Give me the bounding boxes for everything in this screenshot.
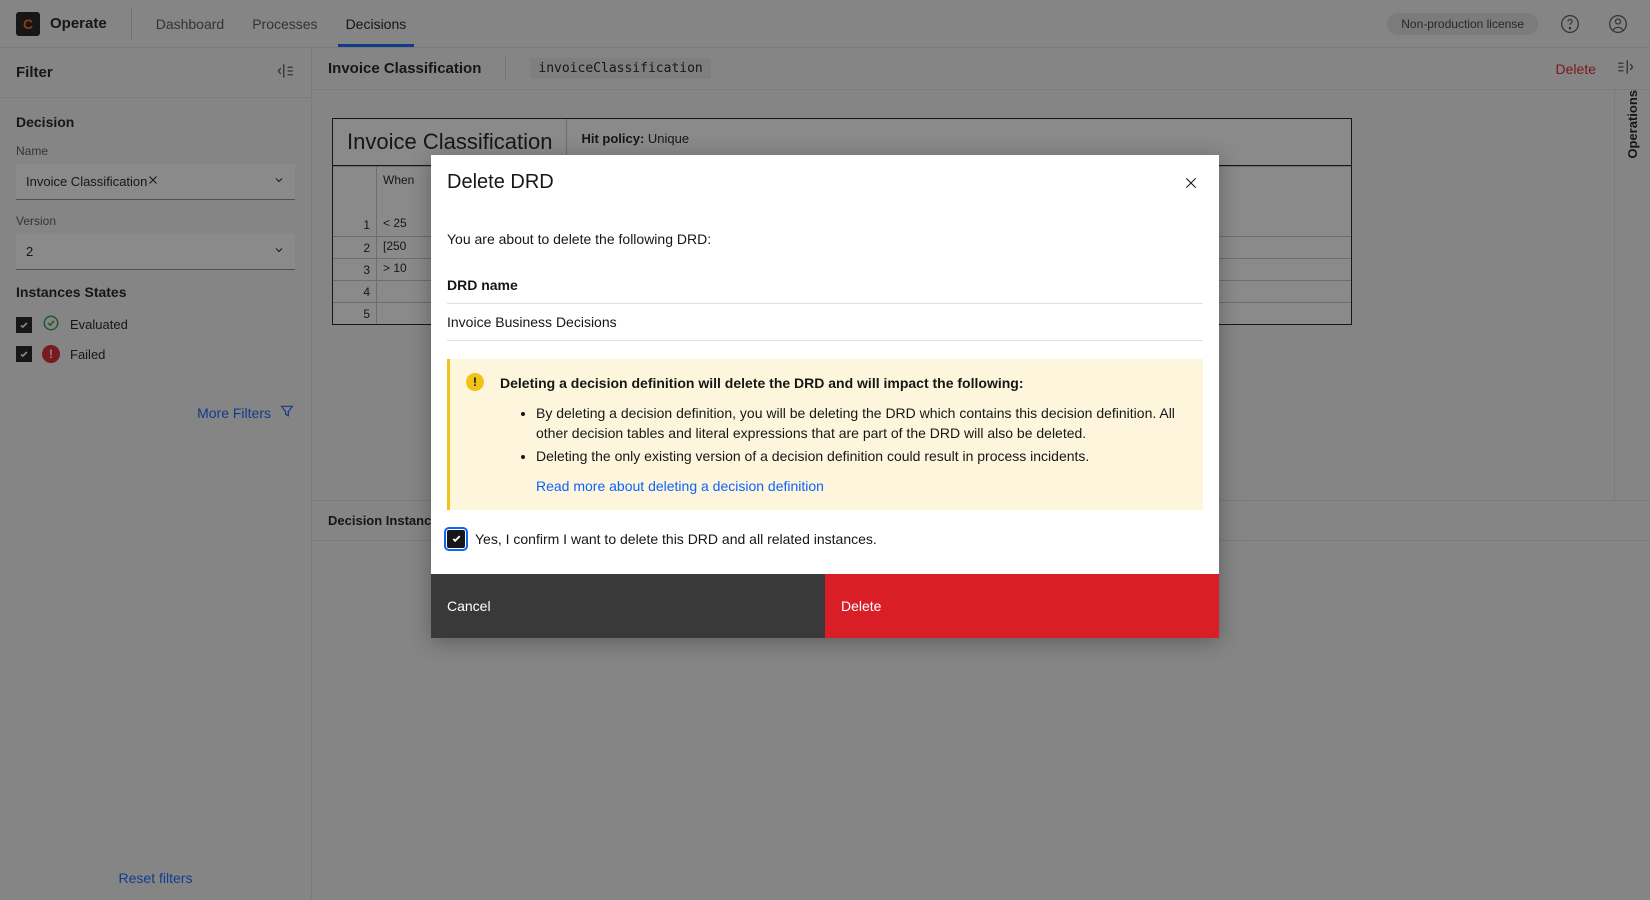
warning-link[interactable]: Read more about deleting a decision defi… (500, 478, 824, 494)
confirm-row[interactable]: Yes, I confirm I want to delete this DRD… (447, 530, 1203, 548)
delete-drd-modal: Delete DRD You are about to delete the f… (431, 155, 1219, 638)
warning-list: By deleting a decision definition, you w… (500, 403, 1187, 466)
warning-bullet-1: By deleting a decision definition, you w… (536, 403, 1187, 444)
drd-name-label: DRD name (447, 277, 1203, 293)
warning-title: Deleting a decision definition will dele… (500, 375, 1187, 391)
drd-name-value: Invoice Business Decisions (447, 304, 1203, 340)
modal-overlay: Delete DRD You are about to delete the f… (0, 0, 1650, 900)
confirm-label: Yes, I confirm I want to delete this DRD… (475, 531, 877, 547)
modal-footer: Cancel Delete (431, 574, 1219, 638)
modal-intro: You are about to delete the following DR… (447, 231, 1203, 247)
warning-box: ! Deleting a decision definition will de… (447, 359, 1203, 510)
confirm-checkbox[interactable] (447, 530, 465, 548)
close-icon[interactable] (1179, 171, 1203, 195)
warning-icon: ! (466, 373, 484, 391)
modal-body: You are about to delete the following DR… (431, 195, 1219, 574)
modal-header: Delete DRD (431, 155, 1219, 195)
confirm-delete-button[interactable]: Delete (825, 574, 1219, 638)
divider (447, 340, 1203, 341)
modal-title: Delete DRD (447, 171, 554, 194)
warning-bullet-2: Deleting the only existing version of a … (536, 446, 1187, 466)
cancel-button[interactable]: Cancel (431, 574, 825, 638)
